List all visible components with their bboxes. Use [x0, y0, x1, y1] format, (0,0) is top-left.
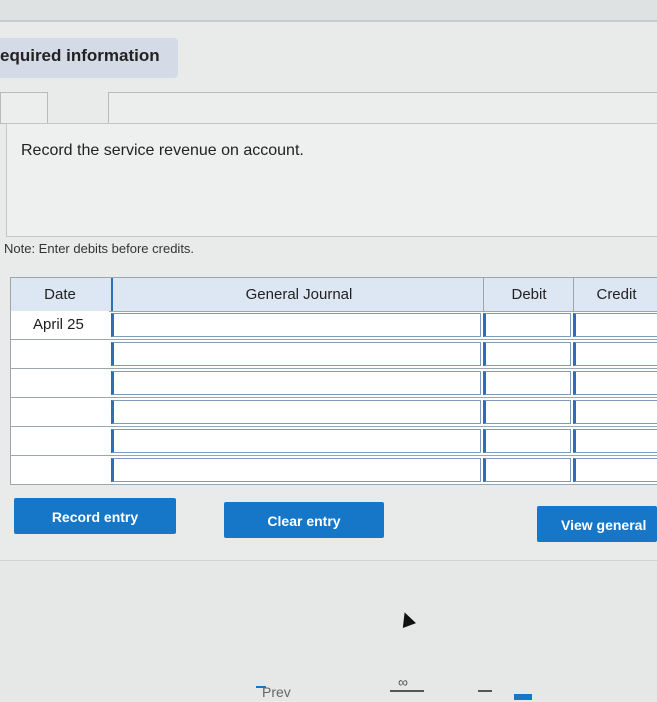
date-cell	[11, 427, 109, 455]
table-row	[11, 398, 657, 427]
column-header-debit: Debit	[483, 278, 574, 311]
table-row: April 25	[11, 311, 657, 340]
account-input[interactable]	[111, 342, 481, 366]
debit-input[interactable]	[483, 458, 571, 482]
column-header-date: Date	[44, 286, 76, 303]
record-entry-button[interactable]: Record entry	[14, 498, 176, 534]
date-cell: April 25	[11, 311, 109, 339]
nav-divider	[478, 690, 492, 702]
debit-input[interactable]	[483, 342, 571, 366]
prev-button[interactable]: Prev	[262, 684, 291, 700]
part-tab-1[interactable]	[0, 92, 48, 124]
part-tabs	[0, 86, 657, 124]
clear-entry-button[interactable]: Clear entry	[224, 502, 384, 538]
question-prompt-text: Record the service revenue on account.	[21, 142, 304, 159]
table-row	[11, 456, 657, 484]
account-input[interactable]	[111, 313, 481, 337]
credit-input[interactable]	[573, 342, 657, 366]
part-tab-2[interactable]	[108, 92, 657, 124]
journal-entry-table: Date General Journal Debit Credit April …	[10, 277, 657, 485]
credit-input[interactable]	[573, 458, 657, 482]
account-input[interactable]	[111, 371, 481, 395]
lower-panel	[0, 560, 657, 701]
debit-input[interactable]	[483, 429, 571, 453]
debit-input[interactable]	[483, 371, 571, 395]
credit-input[interactable]	[573, 371, 657, 395]
date-cell	[11, 340, 109, 368]
question-prompt-box: Record the service revenue on account.	[6, 123, 657, 237]
column-header-credit: Credit	[573, 278, 657, 311]
date-cell	[11, 456, 109, 484]
account-input[interactable]	[111, 429, 481, 453]
view-general-journal-button[interactable]: View general	[537, 506, 657, 542]
credit-input[interactable]	[573, 400, 657, 424]
nav-divider	[390, 690, 424, 702]
debit-input[interactable]	[483, 313, 571, 337]
credit-input[interactable]	[573, 429, 657, 453]
table-row	[11, 369, 657, 398]
grid-icon[interactable]	[514, 694, 532, 700]
credit-input[interactable]	[573, 313, 657, 337]
table-row	[11, 427, 657, 456]
table-row	[11, 340, 657, 369]
note-text: Note: Enter debits before credits.	[4, 241, 195, 256]
link-icon: ∞	[398, 674, 408, 690]
date-cell	[11, 398, 109, 426]
date-cell	[11, 369, 109, 397]
section-title: equired information	[0, 46, 160, 65]
journal-header-row: Date General Journal Debit Credit	[11, 278, 657, 312]
column-header-general-journal: General Journal	[111, 278, 485, 311]
debit-input[interactable]	[483, 400, 571, 424]
account-input[interactable]	[111, 400, 481, 424]
account-input[interactable]	[111, 458, 481, 482]
top-band	[0, 0, 657, 22]
